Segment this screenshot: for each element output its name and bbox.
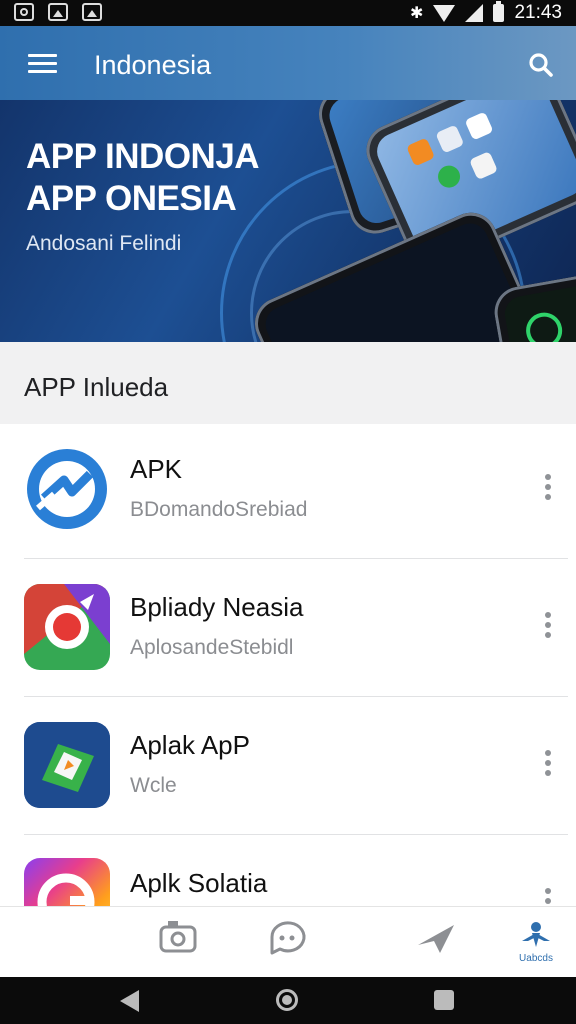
app-bar-title: Indonesia [94, 50, 212, 80]
section-header: APP Inlueda [0, 342, 576, 424]
hamburger-menu-icon[interactable] [28, 54, 57, 74]
bottom-navigation: Uabcds [0, 906, 576, 977]
app-title: Aplak ApP [130, 730, 250, 760]
app-bar: Indonesia [0, 26, 576, 100]
nav-send[interactable] [388, 907, 484, 977]
blue-green-app-icon [24, 722, 110, 808]
app-title: Bpliady Neasia [130, 592, 304, 622]
nav-profile-label: Uabcds [519, 953, 553, 964]
red-green-app-icon [24, 584, 110, 670]
list-divider [24, 558, 568, 559]
more-options-icon[interactable] [544, 474, 552, 502]
app-subtitle: BDomandoSrebiad [130, 498, 308, 521]
image-notification-icon [48, 3, 68, 21]
nav-chat[interactable] [238, 907, 334, 977]
battery-icon [493, 1, 505, 22]
app-title: APK [130, 454, 183, 484]
list-item-aplak-app[interactable]: Aplak ApP Wcle [0, 700, 576, 838]
banner-subtitle: Andosani Felindi [26, 232, 182, 255]
bluetooth-icon: ✱ [410, 5, 424, 22]
app-subtitle: Wcle [130, 774, 177, 797]
status-time: 21:43 [514, 2, 562, 23]
wifi-icon [433, 4, 456, 22]
camera-icon [159, 921, 197, 953]
banner-headline: APP INDONJA APP ONESIA [26, 136, 260, 220]
more-options-icon[interactable] [544, 612, 552, 640]
hero-banner[interactable]: APP INDONJA APP ONESIA Andosani Felindi [0, 100, 576, 342]
person-icon [522, 922, 550, 947]
list-item-apk[interactable]: APK BDomandoSrebiad [0, 424, 576, 562]
nav-profile[interactable]: Uabcds [488, 907, 576, 977]
notification-icon [14, 3, 34, 21]
cell-signal-icon [465, 4, 484, 22]
list-divider [24, 696, 568, 697]
home-icon[interactable] [276, 989, 298, 1011]
banner-headline-line2: APP ONESIA [26, 179, 237, 218]
recent-apps-icon[interactable] [434, 990, 454, 1010]
back-icon[interactable] [120, 990, 139, 1012]
more-options-icon[interactable] [544, 750, 552, 778]
blue-lightning-app-icon [24, 446, 110, 532]
list-divider [24, 834, 568, 835]
list-item-bpliady-neasia[interactable]: Bpliady Neasia AplosandeStebidl [0, 562, 576, 700]
status-bar: ✱ 21:43 [0, 0, 576, 26]
system-navigation-bar [0, 976, 576, 1024]
search-icon[interactable] [528, 52, 554, 78]
app-subtitle: AplosandeStebidl [130, 636, 294, 659]
chat-icon [270, 921, 306, 955]
nav-camera[interactable] [130, 907, 226, 977]
gallery-notification-icon [82, 3, 102, 21]
banner-headline-line1: APP INDONJA [26, 137, 260, 176]
section-title: APP Inlueda [24, 372, 169, 402]
send-icon [418, 925, 454, 953]
app-title: Aplk Solatia [130, 868, 268, 898]
